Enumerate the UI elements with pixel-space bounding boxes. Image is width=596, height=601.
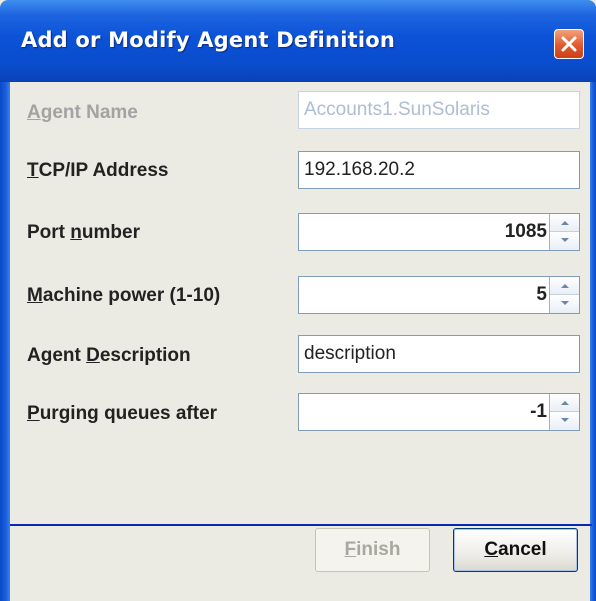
up-arrow-icon	[561, 284, 569, 288]
port-number-increment[interactable]	[550, 214, 579, 232]
close-button[interactable]	[554, 29, 584, 59]
tcpip-address-label: TCP/IP Address	[27, 160, 169, 181]
finish-button[interactable]: Finish	[315, 528, 430, 572]
port-number-label: Port number	[27, 222, 140, 243]
down-arrow-icon	[561, 301, 569, 305]
agent-description-field[interactable]: description	[298, 335, 580, 373]
port-number-arrows	[549, 214, 579, 250]
close-icon	[561, 36, 577, 52]
machine-power-value[interactable]: 5	[536, 277, 547, 313]
purging-queues-arrows	[549, 394, 579, 430]
agent-description-label: Agent Description	[27, 345, 191, 366]
machine-power-label: Machine power (1-10)	[27, 285, 221, 306]
machine-power-decrement[interactable]	[550, 295, 579, 313]
purging-queues-decrement[interactable]	[550, 412, 579, 430]
down-arrow-icon	[561, 418, 569, 422]
purging-queues-increment[interactable]	[550, 394, 579, 412]
cancel-button[interactable]: Cancel	[453, 528, 578, 572]
agent-name-field: Accounts1.SunSolaris	[298, 91, 580, 129]
dialog-title: Add or Modify Agent Definition	[21, 28, 396, 52]
down-arrow-icon	[561, 238, 569, 242]
machine-power-arrows	[549, 277, 579, 313]
port-number-spinner[interactable]: 1085	[298, 213, 580, 251]
purging-queues-value[interactable]: -1	[530, 394, 547, 430]
title-bar: Add or Modify Agent Definition	[0, 0, 596, 82]
up-arrow-icon	[561, 401, 569, 405]
window-frame-left	[0, 82, 10, 601]
agent-name-label: Agent Name	[27, 102, 138, 123]
machine-power-increment[interactable]	[550, 277, 579, 295]
port-number-decrement[interactable]	[550, 232, 579, 250]
purging-queues-label: Purging queues after	[27, 403, 218, 424]
tcpip-address-field[interactable]: 192.168.20.2	[298, 151, 580, 189]
port-number-value[interactable]: 1085	[505, 214, 547, 250]
up-arrow-icon	[561, 221, 569, 225]
purging-queues-spinner[interactable]: -1	[298, 393, 580, 431]
separator-line	[10, 524, 592, 526]
machine-power-spinner[interactable]: 5	[298, 276, 580, 314]
